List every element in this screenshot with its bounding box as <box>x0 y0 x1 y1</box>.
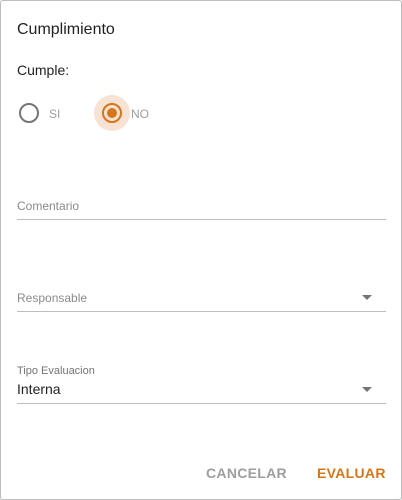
cancel-button[interactable]: CANCELAR <box>206 465 287 481</box>
tipo-evaluacion-select[interactable]: Tipo Evaluacion Interna <box>17 361 386 404</box>
dialog-title: Cumplimiento <box>17 21 115 38</box>
dropdown-arrow-icon[interactable] <box>362 387 372 392</box>
radio-no-selected-dot <box>107 108 117 118</box>
tipo-evaluacion-label: Tipo Evaluacion <box>17 365 95 377</box>
evaluate-button[interactable]: EVALUAR <box>317 465 386 481</box>
radio-si-label[interactable]: SI <box>49 107 60 121</box>
dropdown-arrow-icon[interactable] <box>362 295 372 300</box>
cumple-label: Cumple: <box>17 62 70 78</box>
comentario-field[interactable]: Comentario <box>17 181 386 220</box>
comentario-placeholder: Comentario <box>17 199 80 213</box>
tipo-evaluacion-value: Interna <box>17 381 61 397</box>
responsable-placeholder: Responsable <box>17 291 88 305</box>
cumplimiento-dialog: Cumplimiento Cumple: SI NO Comentario Re… <box>0 0 402 500</box>
radio-no-label[interactable]: NO <box>131 107 149 121</box>
responsable-select[interactable]: Responsable <box>17 273 386 312</box>
radio-no[interactable] <box>102 103 122 123</box>
radio-si[interactable] <box>19 103 39 123</box>
